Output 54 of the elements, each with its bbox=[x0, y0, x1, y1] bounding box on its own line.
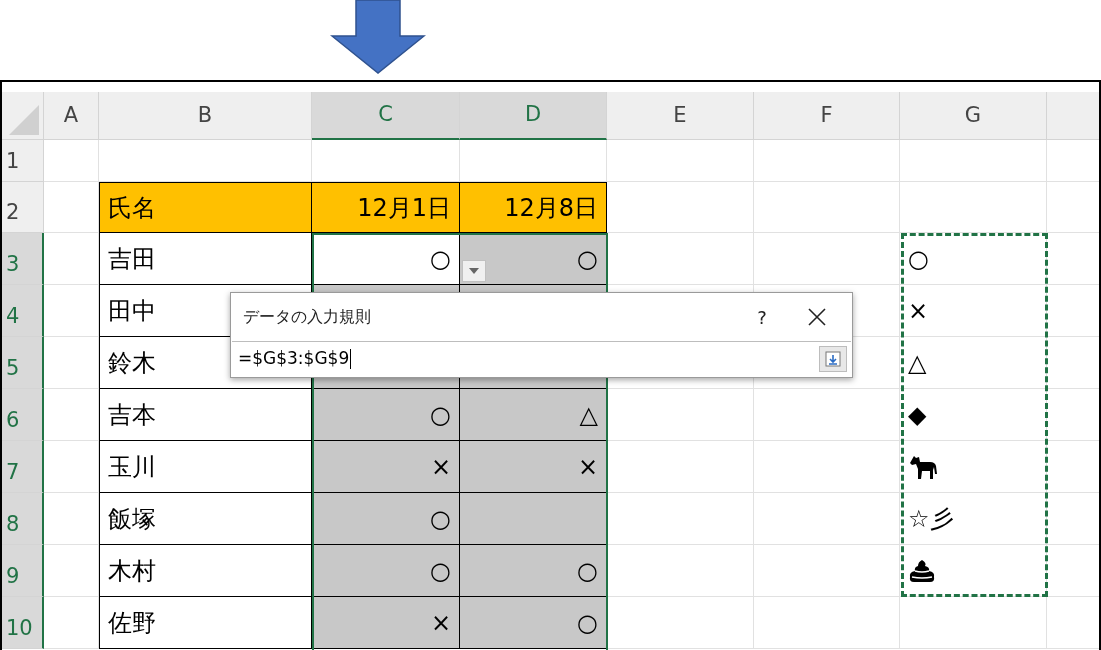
table-cell: 吉本 bbox=[99, 389, 312, 441]
column-header[interactable]: A bbox=[44, 92, 99, 140]
close-icon bbox=[808, 308, 826, 326]
row-header[interactable]: 8 bbox=[2, 493, 44, 545]
collapse-dialog-button[interactable] bbox=[819, 345, 847, 372]
row-header[interactable]: 1 bbox=[2, 140, 44, 182]
poop-icon bbox=[908, 558, 936, 583]
row-header[interactable]: 6 bbox=[2, 389, 44, 441]
table-cell: ○ bbox=[460, 233, 607, 285]
list-value: △ bbox=[908, 350, 927, 375]
horse-icon bbox=[908, 453, 938, 480]
column-header[interactable]: E bbox=[607, 92, 754, 140]
table-cell: ○ bbox=[460, 597, 607, 649]
list-value: ☆彡 bbox=[908, 506, 954, 531]
table-cell: 12月1日 bbox=[312, 182, 460, 233]
table-cell: × bbox=[460, 441, 607, 493]
column-header[interactable]: B bbox=[99, 92, 312, 140]
table-cell: ○ bbox=[312, 493, 460, 545]
table-cell: 吉田 bbox=[99, 233, 312, 285]
list-value: ○ bbox=[908, 246, 929, 271]
table-cell: 玉川 bbox=[99, 441, 312, 493]
dropdown-button[interactable] bbox=[462, 260, 486, 282]
row-header[interactable]: 3 bbox=[2, 233, 44, 285]
table-cell: 佐野 bbox=[99, 597, 312, 649]
down-arrow-icon bbox=[330, 0, 426, 74]
range-input-field[interactable]: =$G$3:$G$9 bbox=[232, 341, 851, 375]
table-cell: 12月8日 bbox=[460, 182, 607, 233]
table-cell: 氏名 bbox=[99, 182, 312, 233]
table-cell: 飯塚 bbox=[99, 493, 312, 545]
table-cell: ○ bbox=[312, 389, 460, 441]
list-value: × bbox=[908, 298, 929, 323]
column-header[interactable]: F bbox=[754, 92, 900, 140]
grid-cell bbox=[44, 140, 99, 182]
row-header[interactable]: 4 bbox=[2, 285, 44, 337]
help-button[interactable]: ? bbox=[742, 297, 782, 337]
row-header[interactable]: 7 bbox=[2, 441, 44, 493]
table-cell: △ bbox=[460, 389, 607, 441]
triangle-icon bbox=[9, 105, 39, 135]
list-value: ◆ bbox=[908, 402, 927, 427]
row-header[interactable]: 5 bbox=[2, 337, 44, 389]
column-header[interactable]: C bbox=[312, 92, 460, 140]
collapse-icon bbox=[825, 350, 841, 367]
table-cell: × bbox=[312, 597, 460, 649]
table-cell: × bbox=[312, 441, 460, 493]
table-cell: ○ bbox=[460, 545, 607, 597]
table-cell: ○ bbox=[312, 545, 460, 597]
row-header[interactable]: 9 bbox=[2, 545, 44, 597]
table-cell: ○ bbox=[312, 233, 460, 285]
row-header[interactable]: 2 bbox=[2, 182, 44, 233]
column-header[interactable]: D bbox=[460, 92, 607, 140]
column-header[interactable]: G bbox=[900, 92, 1047, 140]
row-header[interactable]: 10 bbox=[2, 597, 44, 649]
table-cell: 木村 bbox=[99, 545, 312, 597]
caret-icon bbox=[469, 268, 479, 274]
